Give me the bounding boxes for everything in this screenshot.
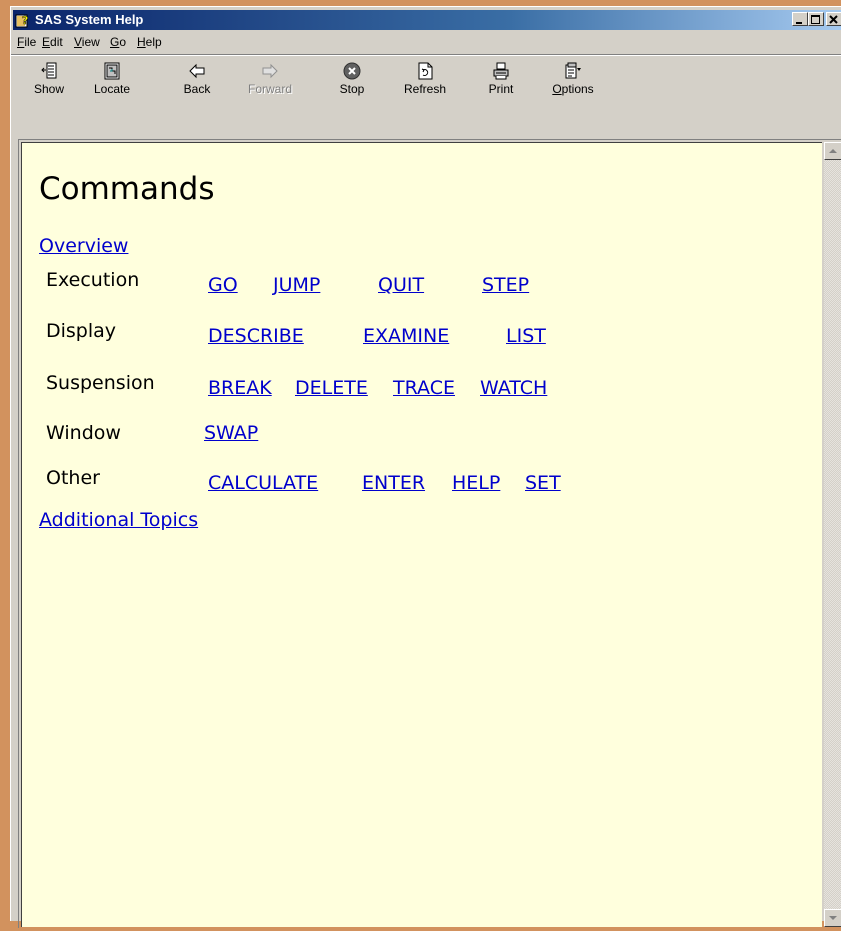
suspension-label: Suspension	[46, 372, 155, 394]
other-label: Other	[46, 467, 100, 489]
examine-link[interactable]: EXAMINE	[363, 325, 449, 347]
refresh-button[interactable]: Refresh	[396, 57, 454, 99]
scroll-down-icon	[829, 916, 837, 920]
show-label: Show	[33, 82, 65, 96]
back-arrow-icon	[189, 63, 205, 79]
toolbar-divider	[11, 55, 841, 56]
watch-link[interactable]: WATCH	[480, 377, 547, 399]
refresh-label: Refresh	[403, 82, 447, 96]
calculate-link[interactable]: CALCULATE	[208, 472, 318, 494]
describe-link[interactable]: DESCRIBE	[208, 325, 304, 347]
menu-bar: File Edit View Go Help	[13, 32, 841, 52]
refresh-icon	[418, 62, 433, 80]
options-icon	[565, 62, 581, 79]
help-window: ? SAS System Help File Edit View Go Help	[10, 6, 841, 928]
forward-button[interactable]: Forward	[243, 57, 297, 99]
title-bar[interactable]: ? SAS System Help	[13, 10, 841, 30]
help-book-icon: ?	[15, 14, 29, 28]
show-icon	[41, 62, 57, 79]
stop-button[interactable]: Stop	[332, 57, 372, 99]
scroll-up-button[interactable]	[824, 142, 841, 160]
overview-link[interactable]: Overview	[39, 235, 128, 257]
show-button[interactable]: Show	[27, 57, 71, 99]
locate-label: Locate	[93, 82, 131, 96]
forward-label: Forward	[247, 82, 292, 96]
toolbar: Show Locate Back Forward Stop Refresh Pr…	[11, 54, 841, 141]
content-frame: Commands Overview Execution GO JUMP QUIT…	[18, 139, 841, 928]
menu-file[interactable]: File	[17, 35, 36, 49]
stop-label: Stop	[339, 82, 365, 96]
print-icon	[493, 62, 509, 80]
swap-link[interactable]: SWAP	[204, 422, 258, 444]
quit-link[interactable]: QUIT	[378, 274, 424, 296]
help-content[interactable]: Commands Overview Execution GO JUMP QUIT…	[21, 142, 822, 927]
set-link[interactable]: SET	[525, 472, 561, 494]
execution-label: Execution	[46, 269, 140, 291]
menu-view[interactable]: View	[74, 35, 100, 49]
jump-link[interactable]: JUMP	[273, 274, 320, 296]
break-link[interactable]: BREAK	[208, 377, 272, 399]
print-label: Print	[488, 82, 514, 96]
scroll-down-button[interactable]	[824, 909, 841, 927]
close-icon	[829, 15, 838, 24]
locate-icon	[104, 62, 120, 80]
maximize-button[interactable]	[808, 12, 824, 26]
forward-arrow-icon	[262, 63, 278, 79]
back-button[interactable]: Back	[177, 57, 217, 99]
stop-icon	[343, 62, 361, 80]
enter-link[interactable]: ENTER	[362, 472, 425, 494]
help-link[interactable]: HELP	[452, 472, 500, 494]
window-label: Window	[46, 422, 121, 444]
vertical-scrollbar[interactable]	[824, 142, 841, 927]
go-link[interactable]: GO	[208, 274, 238, 296]
trace-link[interactable]: TRACE	[393, 377, 455, 399]
options-label: Options	[552, 82, 594, 96]
window-title: SAS System Help	[35, 12, 144, 27]
back-label: Back	[183, 82, 211, 96]
list-link[interactable]: LIST	[506, 325, 546, 347]
print-button[interactable]: Print	[481, 57, 521, 99]
menu-help[interactable]: Help	[137, 35, 162, 49]
scroll-up-icon	[829, 149, 837, 153]
menu-edit[interactable]: Edit	[42, 35, 63, 49]
maximize-icon	[811, 15, 820, 24]
minimize-icon	[796, 22, 802, 24]
display-label: Display	[46, 320, 117, 342]
additional-topics-link[interactable]: Additional Topics	[39, 509, 198, 531]
locate-button[interactable]: Locate	[82, 57, 142, 99]
menu-go[interactable]: Go	[110, 35, 126, 49]
delete-link[interactable]: DELETE	[295, 377, 368, 399]
options-button[interactable]: Options	[543, 57, 603, 99]
step-link[interactable]: STEP	[482, 274, 529, 296]
close-button[interactable]	[826, 12, 841, 26]
page-title: Commands	[39, 171, 215, 207]
svg-text:?: ?	[22, 14, 28, 27]
minimize-button[interactable]	[792, 12, 808, 26]
